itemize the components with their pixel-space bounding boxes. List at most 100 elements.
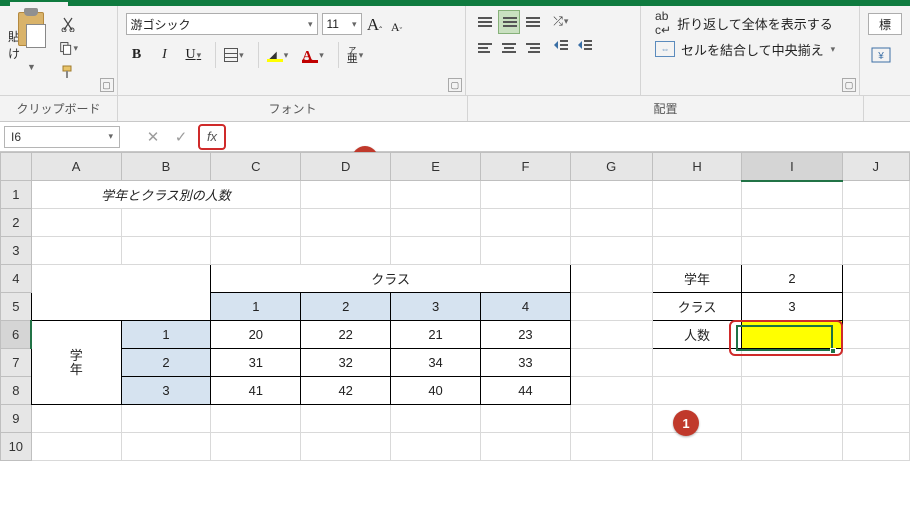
cell[interactable]: 3: [121, 377, 211, 405]
cell[interactable]: [842, 433, 909, 461]
cell[interactable]: [742, 237, 842, 265]
cell[interactable]: [301, 181, 391, 209]
selection-handle[interactable]: [830, 348, 836, 354]
cell[interactable]: [742, 377, 842, 405]
cell[interactable]: [391, 209, 481, 237]
cell[interactable]: 40: [391, 377, 481, 405]
cell[interactable]: [391, 433, 481, 461]
cell[interactable]: [481, 209, 571, 237]
accounting-format-button[interactable]: ¥: [868, 45, 894, 65]
col-header[interactable]: J: [842, 153, 909, 181]
grid[interactable]: A B C D E F G H I J 1 学年とクラス別の人数 2: [0, 152, 910, 461]
row-header[interactable]: 7: [1, 349, 32, 377]
cell[interactable]: [842, 293, 909, 321]
cell[interactable]: [570, 349, 652, 377]
fill-color-button[interactable]: ◢▾: [258, 42, 293, 68]
cell[interactable]: [842, 405, 909, 433]
row-header[interactable]: 10: [1, 433, 32, 461]
cell[interactable]: 2: [301, 293, 391, 321]
cell[interactable]: [121, 209, 211, 237]
align-bottom-button[interactable]: [522, 10, 544, 34]
cell[interactable]: [481, 405, 571, 433]
cell[interactable]: [652, 209, 742, 237]
col-header[interactable]: I: [742, 153, 842, 181]
col-header[interactable]: G: [570, 153, 652, 181]
cell[interactable]: [652, 181, 742, 209]
cell[interactable]: [301, 209, 391, 237]
cell[interactable]: [842, 237, 909, 265]
phonetic-guide-button[interactable]: ア亜▾: [338, 42, 368, 68]
cell[interactable]: [481, 181, 571, 209]
select-all-button[interactable]: [1, 153, 32, 181]
cell[interactable]: [301, 405, 391, 433]
cell[interactable]: [121, 433, 211, 461]
cell[interactable]: [652, 377, 742, 405]
insert-function-button[interactable]: fx: [198, 124, 226, 150]
cell[interactable]: [842, 209, 909, 237]
font-size-combo[interactable]: 11 ▾: [322, 13, 362, 35]
cell[interactable]: [481, 237, 571, 265]
cell[interactable]: 3: [742, 293, 842, 321]
cell[interactable]: [742, 349, 842, 377]
orientation-button[interactable]: ⤮▾: [550, 10, 572, 32]
cell[interactable]: 34: [391, 349, 481, 377]
align-right-button[interactable]: [522, 36, 544, 60]
row-header[interactable]: 2: [1, 209, 32, 237]
wrap-text-button[interactable]: abc↵ 折り返して全体を表示する: [649, 10, 851, 36]
cut-button[interactable]: [58, 14, 78, 34]
row-header[interactable]: 3: [1, 237, 32, 265]
formula-enter-button[interactable]: ✓: [168, 126, 194, 148]
cell[interactable]: [570, 265, 652, 293]
col-header[interactable]: B: [121, 153, 211, 181]
row-header[interactable]: 5: [1, 293, 32, 321]
cell[interactable]: [842, 349, 909, 377]
row-header[interactable]: 9: [1, 405, 32, 433]
cell[interactable]: 32: [301, 349, 391, 377]
cell[interactable]: 4: [481, 293, 571, 321]
font-color-button[interactable]: A▾: [298, 42, 328, 68]
column-header-row[interactable]: A B C D E F G H I J: [1, 153, 910, 181]
cell[interactable]: 21: [391, 321, 481, 349]
align-center-button[interactable]: [498, 36, 520, 60]
number-format-combo[interactable]: 標: [868, 13, 902, 35]
cell[interactable]: [391, 405, 481, 433]
cell[interactable]: [121, 405, 211, 433]
merge-center-button[interactable]: ⇔ セルを結合して中央揃え ▾: [649, 36, 851, 62]
paste-button[interactable]: 貼り付け ▼: [8, 10, 54, 72]
row-header[interactable]: 6: [1, 321, 32, 349]
font-name-combo[interactable]: 游ゴシック ▾: [126, 13, 318, 35]
decrease-font-size-button[interactable]: Aˇ: [388, 13, 406, 35]
cell[interactable]: 20: [211, 321, 301, 349]
col-header[interactable]: C: [211, 153, 301, 181]
cell[interactable]: 1: [211, 293, 301, 321]
cell[interactable]: [842, 265, 909, 293]
cell-diagonal[interactable]: [31, 265, 211, 321]
cell-grade-header[interactable]: 学年: [31, 321, 121, 405]
cell[interactable]: [742, 209, 842, 237]
underline-button[interactable]: U▾: [182, 42, 206, 68]
bold-button[interactable]: B: [126, 42, 148, 68]
name-box[interactable]: I6 ▾: [4, 126, 120, 148]
row-header[interactable]: 4: [1, 265, 32, 293]
clipboard-dialog-launcher[interactable]: ▢: [100, 78, 114, 92]
cell[interactable]: 31: [211, 349, 301, 377]
cell[interactable]: [742, 433, 842, 461]
cell[interactable]: [570, 405, 652, 433]
cell[interactable]: [121, 237, 211, 265]
cell[interactable]: [211, 405, 301, 433]
cell[interactable]: [742, 181, 842, 209]
cell[interactable]: [652, 237, 742, 265]
alignment-dialog-launcher[interactable]: ▢: [842, 78, 856, 92]
decrease-indent-button[interactable]: [550, 34, 572, 56]
cell[interactable]: [570, 377, 652, 405]
cell[interactable]: [211, 433, 301, 461]
col-header[interactable]: A: [31, 153, 121, 181]
row-header[interactable]: 8: [1, 377, 32, 405]
cell[interactable]: 41: [211, 377, 301, 405]
cell[interactable]: 3: [391, 293, 481, 321]
borders-button[interactable]: ▾: [215, 42, 248, 68]
cell[interactable]: 人数: [652, 321, 742, 349]
align-middle-button[interactable]: [498, 10, 520, 34]
cell[interactable]: [211, 237, 301, 265]
cell[interactable]: [842, 321, 909, 349]
